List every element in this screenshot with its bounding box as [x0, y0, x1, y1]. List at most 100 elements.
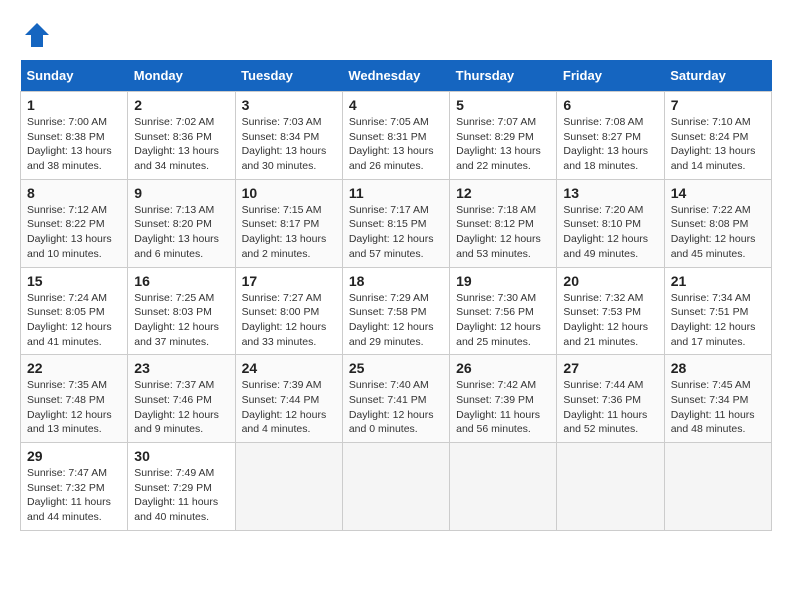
calendar-cell: 20 Sunrise: 7:32 AMSunset: 7:53 PMDayligh… [557, 267, 664, 355]
day-header-saturday: Saturday [664, 60, 771, 92]
week-row-5: 29Sunrise: 7:47 AMSunset: 7:32 PMDayligh… [21, 443, 772, 531]
day-info: Sunrise: 7:32 AMSunset: 7:53 PMDaylight:… [563, 291, 657, 350]
day-header-tuesday: Tuesday [235, 60, 342, 92]
calendar-cell: 2 Sunrise: 7:02 AMSunset: 8:36 PMDaylight… [128, 92, 235, 180]
day-info: Sunrise: 7:00 AMSunset: 8:38 PMDaylight:… [27, 115, 121, 174]
day-info: Sunrise: 7:27 AMSunset: 8:00 PMDaylight:… [242, 291, 336, 350]
calendar-cell: 1 Sunrise: 7:00 AMSunset: 8:38 PMDaylight… [21, 92, 128, 180]
day-number: 2 [134, 97, 228, 113]
calendar-cell: 9 Sunrise: 7:13 AMSunset: 8:20 PMDaylight… [128, 179, 235, 267]
calendar-cell [342, 443, 449, 531]
logo-icon [22, 20, 52, 50]
day-info: Sunrise: 7:10 AMSunset: 8:24 PMDaylight:… [671, 115, 765, 174]
day-number: 15 [27, 273, 121, 289]
week-row-2: 8 Sunrise: 7:12 AMSunset: 8:22 PMDaylight… [21, 179, 772, 267]
calendar-table: SundayMondayTuesdayWednesdayThursdayFrid… [20, 60, 772, 531]
day-number: 17 [242, 273, 336, 289]
calendar-cell: 8 Sunrise: 7:12 AMSunset: 8:22 PMDaylight… [21, 179, 128, 267]
day-info: Sunrise: 7:39 AMSunset: 7:44 PMDaylight:… [242, 378, 336, 437]
day-info: Sunrise: 7:35 AMSunset: 7:48 PMDaylight:… [27, 378, 121, 437]
day-header-monday: Monday [128, 60, 235, 92]
day-number: 30 [134, 448, 228, 464]
day-info: Sunrise: 7:18 AMSunset: 8:12 PMDaylight:… [456, 203, 550, 262]
day-number: 20 [563, 273, 657, 289]
calendar-cell: 25Sunrise: 7:40 AMSunset: 7:41 PMDayligh… [342, 355, 449, 443]
day-number: 9 [134, 185, 228, 201]
logo [20, 20, 52, 50]
calendar-cell [450, 443, 557, 531]
day-info: Sunrise: 7:05 AMSunset: 8:31 PMDaylight:… [349, 115, 443, 174]
day-number: 10 [242, 185, 336, 201]
day-info: Sunrise: 7:08 AMSunset: 8:27 PMDaylight:… [563, 115, 657, 174]
day-number: 3 [242, 97, 336, 113]
calendar-cell: 3 Sunrise: 7:03 AMSunset: 8:34 PMDaylight… [235, 92, 342, 180]
day-info: Sunrise: 7:02 AMSunset: 8:36 PMDaylight:… [134, 115, 228, 174]
calendar-cell: 29Sunrise: 7:47 AMSunset: 7:32 PMDayligh… [21, 443, 128, 531]
day-number: 25 [349, 360, 443, 376]
day-info: Sunrise: 7:24 AMSunset: 8:05 PMDaylight:… [27, 291, 121, 350]
calendar-cell [664, 443, 771, 531]
calendar-cell: 28 Sunrise: 7:45 AMSunset: 7:34 PMDayligh… [664, 355, 771, 443]
day-info: Sunrise: 7:29 AMSunset: 7:58 PMDaylight:… [349, 291, 443, 350]
day-number: 21 [671, 273, 765, 289]
header-row: SundayMondayTuesdayWednesdayThursdayFrid… [21, 60, 772, 92]
day-number: 11 [349, 185, 443, 201]
day-header-thursday: Thursday [450, 60, 557, 92]
day-number: 24 [242, 360, 336, 376]
day-header-friday: Friday [557, 60, 664, 92]
day-number: 26 [456, 360, 550, 376]
calendar-cell: 24 Sunrise: 7:39 AMSunset: 7:44 PMDayligh… [235, 355, 342, 443]
calendar-cell: 6 Sunrise: 7:08 AMSunset: 8:27 PMDaylight… [557, 92, 664, 180]
page-header [20, 20, 772, 50]
day-info: Sunrise: 7:42 AMSunset: 7:39 PMDaylight:… [456, 378, 550, 437]
day-info: Sunrise: 7:13 AMSunset: 8:20 PMDaylight:… [134, 203, 228, 262]
day-number: 6 [563, 97, 657, 113]
calendar-cell: 14Sunrise: 7:22 AMSunset: 8:08 PMDayligh… [664, 179, 771, 267]
day-number: 13 [563, 185, 657, 201]
day-header-wednesday: Wednesday [342, 60, 449, 92]
week-row-3: 15 Sunrise: 7:24 AMSunset: 8:05 PMDayligh… [21, 267, 772, 355]
day-info: Sunrise: 7:49 AMSunset: 7:29 PMDaylight:… [134, 466, 228, 525]
day-info: Sunrise: 7:34 AMSunset: 7:51 PMDaylight:… [671, 291, 765, 350]
calendar-cell: 11 Sunrise: 7:17 AMSunset: 8:15 PMDayligh… [342, 179, 449, 267]
calendar-cell: 17 Sunrise: 7:27 AMSunset: 8:00 PMDayligh… [235, 267, 342, 355]
day-info: Sunrise: 7:20 AMSunset: 8:10 PMDaylight:… [563, 203, 657, 262]
day-info: Sunrise: 7:25 AMSunset: 8:03 PMDaylight:… [134, 291, 228, 350]
day-number: 18 [349, 273, 443, 289]
calendar-cell: 15 Sunrise: 7:24 AMSunset: 8:05 PMDayligh… [21, 267, 128, 355]
calendar-cell: 10 Sunrise: 7:15 AMSunset: 8:17 PMDayligh… [235, 179, 342, 267]
calendar-cell: 16 Sunrise: 7:25 AMSunset: 8:03 PMDayligh… [128, 267, 235, 355]
calendar-cell: 7 Sunrise: 7:10 AMSunset: 8:24 PMDaylight… [664, 92, 771, 180]
calendar-cell: 5Sunrise: 7:07 AMSunset: 8:29 PMDaylight… [450, 92, 557, 180]
day-header-sunday: Sunday [21, 60, 128, 92]
calendar-cell: 30 Sunrise: 7:49 AMSunset: 7:29 PMDayligh… [128, 443, 235, 531]
day-info: Sunrise: 7:44 AMSunset: 7:36 PMDaylight:… [563, 378, 657, 437]
day-number: 19 [456, 273, 550, 289]
day-number: 7 [671, 97, 765, 113]
calendar-cell: 13 Sunrise: 7:20 AMSunset: 8:10 PMDayligh… [557, 179, 664, 267]
day-info: Sunrise: 7:03 AMSunset: 8:34 PMDaylight:… [242, 115, 336, 174]
calendar-cell: 21 Sunrise: 7:34 AMSunset: 7:51 PMDayligh… [664, 267, 771, 355]
day-info: Sunrise: 7:45 AMSunset: 7:34 PMDaylight:… [671, 378, 765, 437]
calendar-cell: 18 Sunrise: 7:29 AMSunset: 7:58 PMDayligh… [342, 267, 449, 355]
day-number: 28 [671, 360, 765, 376]
day-info: Sunrise: 7:22 AMSunset: 8:08 PMDaylight:… [671, 203, 765, 262]
day-number: 23 [134, 360, 228, 376]
day-number: 16 [134, 273, 228, 289]
day-info: Sunrise: 7:15 AMSunset: 8:17 PMDaylight:… [242, 203, 336, 262]
calendar-cell [235, 443, 342, 531]
day-info: Sunrise: 7:17 AMSunset: 8:15 PMDaylight:… [349, 203, 443, 262]
day-number: 1 [27, 97, 121, 113]
day-info: Sunrise: 7:07 AMSunset: 8:29 PMDaylight:… [456, 115, 550, 174]
day-number: 12 [456, 185, 550, 201]
day-info: Sunrise: 7:12 AMSunset: 8:22 PMDaylight:… [27, 203, 121, 262]
calendar-cell: 26 Sunrise: 7:42 AMSunset: 7:39 PMDayligh… [450, 355, 557, 443]
day-number: 27 [563, 360, 657, 376]
day-info: Sunrise: 7:30 AMSunset: 7:56 PMDaylight:… [456, 291, 550, 350]
day-info: Sunrise: 7:37 AMSunset: 7:46 PMDaylight:… [134, 378, 228, 437]
day-number: 8 [27, 185, 121, 201]
week-row-1: 1 Sunrise: 7:00 AMSunset: 8:38 PMDaylight… [21, 92, 772, 180]
day-number: 29 [27, 448, 121, 464]
calendar-cell: 19 Sunrise: 7:30 AMSunset: 7:56 PMDayligh… [450, 267, 557, 355]
calendar-cell: 27 Sunrise: 7:44 AMSunset: 7:36 PMDayligh… [557, 355, 664, 443]
